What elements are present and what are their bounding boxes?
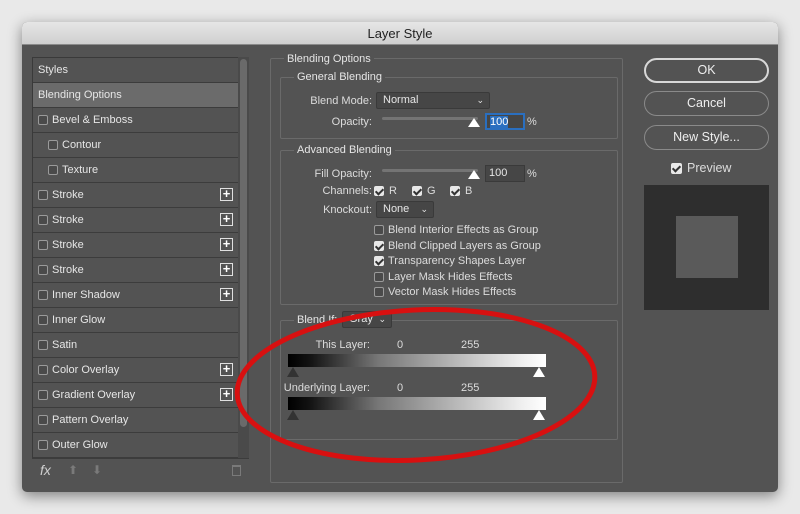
annotation-overlay xyxy=(234,307,598,463)
red-annotation-ellipse xyxy=(234,307,598,463)
